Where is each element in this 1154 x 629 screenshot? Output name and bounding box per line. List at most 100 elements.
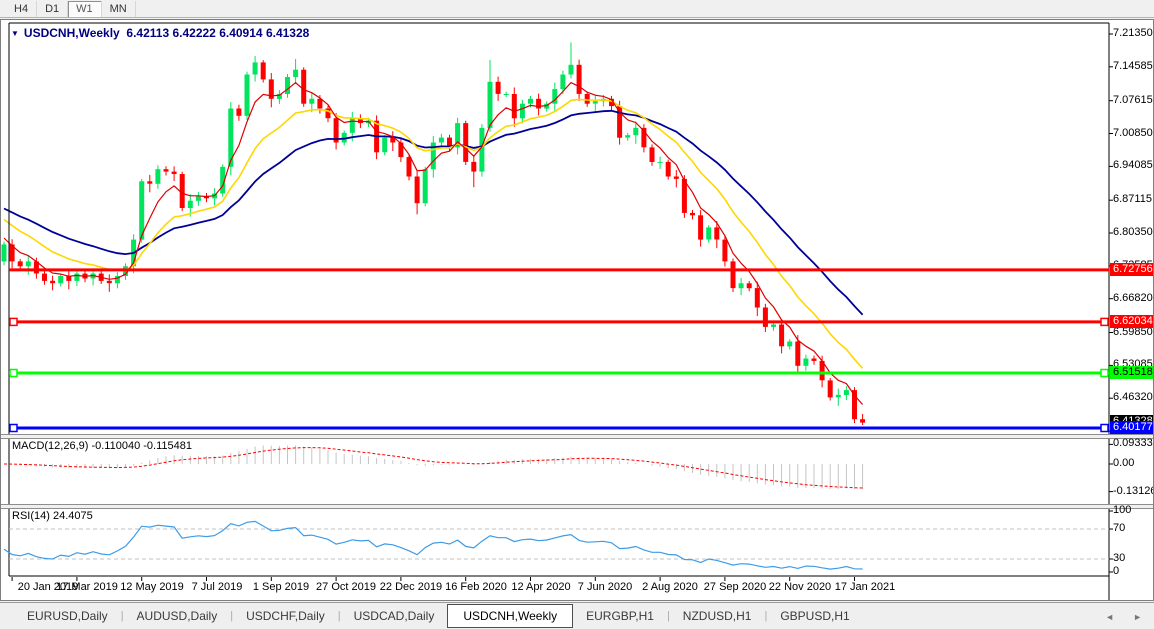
candle-body <box>560 75 565 90</box>
candle-body <box>496 82 501 94</box>
candle-body <box>593 101 598 103</box>
timeframe-button-w1[interactable]: W1 <box>68 1 102 17</box>
timeframe-button-h4[interactable]: H4 <box>6 1 37 17</box>
candle-body <box>245 75 250 116</box>
candle-body <box>617 106 622 138</box>
candle-body <box>698 215 703 239</box>
chart-dropdown-icon[interactable]: ▼ <box>11 29 19 38</box>
candle-body <box>18 261 23 266</box>
candle-body <box>382 138 387 153</box>
candle-body <box>463 123 468 162</box>
price-axis-label: 6.80350 <box>1113 226 1154 239</box>
rsi-axis-label: 30 <box>1113 552 1154 565</box>
candle-body <box>58 276 63 283</box>
macd-axis-label: 0.09333 <box>1113 437 1154 450</box>
tab-scroll-right-icon[interactable]: ► <box>1133 612 1142 622</box>
candle-body <box>690 213 695 215</box>
chart-low-value: 6.40914 <box>219 26 262 40</box>
candle-body <box>585 94 590 104</box>
chart-window: ▼ USDCNH,Weekly 6.42113 6.42222 6.40914 6… <box>0 19 1154 601</box>
candle-body <box>285 77 290 94</box>
hline-marker[interactable] <box>1101 425 1108 432</box>
candle-body <box>74 274 79 281</box>
candle-body <box>836 395 841 397</box>
hline-marker[interactable] <box>10 318 17 325</box>
candle-body <box>658 162 663 163</box>
candle-body <box>795 342 800 366</box>
chart-symbol-label: USDCNH,Weekly <box>24 26 120 40</box>
tab-audusd-daily[interactable]: AUDUSD,Daily <box>124 605 231 627</box>
tab-eurgbp-h1[interactable]: EURGBP,H1 <box>573 605 667 627</box>
macd-axis-label: -0.131263 <box>1113 485 1154 498</box>
candle-body <box>172 172 177 174</box>
candle-body <box>803 359 808 366</box>
candle-body <box>350 118 355 133</box>
candle-body <box>488 82 493 128</box>
price-chart-canvas[interactable] <box>1 20 1154 601</box>
candle-body <box>236 109 241 116</box>
candle-body <box>317 99 322 109</box>
candle-body <box>763 308 768 327</box>
candle-body <box>407 157 412 176</box>
candle-body <box>844 390 849 395</box>
candle-body <box>439 138 444 143</box>
candle-body <box>50 281 55 283</box>
candle-body <box>755 288 760 307</box>
tab-usdcad-daily[interactable]: USDCAD,Daily <box>341 605 448 627</box>
rsi-indicator-label: RSI(14) 24.4075 <box>12 510 93 522</box>
price-axis-label: 7.07615 <box>1113 94 1154 107</box>
macd-indicator-label: MACD(12,26,9) -0.110040 -0.115481 <box>12 440 192 452</box>
tab-eurusd-daily[interactable]: EURUSD,Daily <box>14 605 121 627</box>
candle-body <box>188 201 193 208</box>
tab-gbpusd-h1[interactable]: GBPUSD,H1 <box>767 605 862 627</box>
hline-marker[interactable] <box>1101 370 1108 377</box>
candle-body <box>706 227 711 239</box>
candle-body <box>261 62 266 79</box>
chart-title: ▼USDCNH,Weekly 6.42113 6.42222 6.40914 6… <box>11 26 309 40</box>
rsi-axis-label: 100 <box>1113 504 1154 517</box>
candle-body <box>2 244 7 261</box>
pane-splitter-rsi[interactable] <box>1 504 1153 509</box>
candle-body <box>731 261 736 288</box>
macd-axis-label: 0.00 <box>1113 457 1154 470</box>
timeframe-button-d1[interactable]: D1 <box>37 1 68 17</box>
tab-usdchf-daily[interactable]: USDCHF,Daily <box>233 605 338 627</box>
candle-body <box>512 94 517 118</box>
candle-body <box>860 419 865 422</box>
tab-scroll-left-icon[interactable]: ◄ <box>1105 612 1114 622</box>
candle-body <box>528 99 533 104</box>
candle-body <box>309 99 314 104</box>
macd-signal-line <box>4 448 863 488</box>
candle-body <box>828 380 833 397</box>
candle-body <box>714 227 719 239</box>
candle-body <box>771 325 776 327</box>
candle-body <box>650 147 655 162</box>
price-axis-label: 6.46320 <box>1113 391 1154 404</box>
tab-nzdusd-h1[interactable]: NZDUSD,H1 <box>670 605 765 627</box>
candle-body <box>577 65 582 94</box>
candle-body <box>471 162 476 172</box>
candle-body <box>196 196 201 201</box>
candle-body <box>147 181 152 183</box>
candle-body <box>155 169 160 184</box>
trading-terminal: { "toolbar": { "buttons": [ {"label": "H… <box>0 0 1154 629</box>
chart-open-value: 6.42113 <box>126 26 169 40</box>
hline-price-badge: 6.51518 <box>1110 366 1154 379</box>
pane-splitter-macd[interactable] <box>1 434 1153 439</box>
chart-high-value: 6.42222 <box>172 26 215 40</box>
candle-body <box>107 281 112 283</box>
candle-body <box>253 62 258 74</box>
hline-marker[interactable] <box>1101 318 1108 325</box>
hline-price-badge: 6.40177 <box>1110 421 1154 434</box>
tab-usdcnh-weekly[interactable]: USDCNH,Weekly <box>447 604 573 628</box>
candle-body <box>812 359 817 361</box>
hline-marker[interactable] <box>10 370 17 377</box>
price-axis-label: 7.00850 <box>1113 127 1154 140</box>
price-axis-label: 6.87115 <box>1113 193 1154 206</box>
candle-body <box>722 240 727 262</box>
timeframe-toolbar: H4D1W1MN <box>0 0 1154 18</box>
candle-body <box>398 143 403 158</box>
timeframe-button-mn[interactable]: MN <box>102 1 136 17</box>
candle-body <box>26 261 31 266</box>
hline-marker[interactable] <box>10 425 17 432</box>
